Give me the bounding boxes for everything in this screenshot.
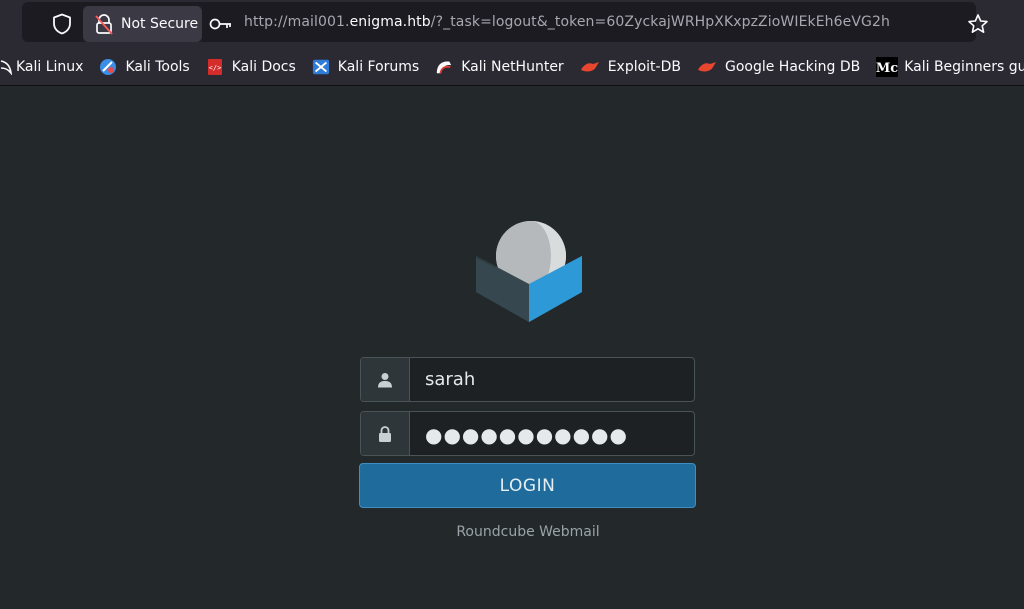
kali-forums-icon bbox=[312, 58, 330, 76]
bookmark-exploit-db[interactable]: Exploit-DB bbox=[576, 53, 685, 81]
kali-docs-icon: </> bbox=[206, 58, 224, 76]
ghdb-icon bbox=[697, 58, 717, 76]
lock-icon bbox=[361, 412, 410, 455]
bookmark-google-hacking-db[interactable]: Google Hacking DB bbox=[693, 53, 864, 81]
address-bar[interactable]: Not Secure http://mail001.enigma.htb/?_t… bbox=[22, 2, 988, 42]
toolbar-divider bbox=[0, 85, 1024, 86]
user-icon bbox=[361, 358, 410, 401]
roundcube-logo bbox=[476, 221, 582, 322]
not-secure-indicator[interactable]: Not Secure bbox=[83, 6, 202, 42]
product-name: Roundcube Webmail bbox=[456, 524, 600, 540]
medium-icon: Mc bbox=[876, 57, 899, 77]
username-input[interactable] bbox=[411, 358, 694, 401]
browser-toolbar: Not Secure http://mail001.enigma.htb/?_t… bbox=[0, 0, 1024, 86]
tracking-protection-shield-icon[interactable] bbox=[52, 13, 72, 35]
broken-lock-icon bbox=[95, 14, 113, 35]
bookmark-kali-linux[interactable]: Kali Linux bbox=[0, 53, 87, 81]
kali-dragon-icon bbox=[0, 58, 12, 76]
bookmark-kali-nethunter[interactable]: Kali NetHunter bbox=[431, 53, 567, 81]
nethunter-icon bbox=[435, 58, 453, 76]
bookmarks-toolbar: Kali Linux Kali Tools </> Kali Docs Kali… bbox=[0, 50, 1024, 84]
url-text[interactable]: http://mail001.enigma.htb/?_task=logout&… bbox=[244, 14, 890, 34]
bookmark-star-icon[interactable] bbox=[967, 13, 989, 35]
exploit-db-icon bbox=[580, 58, 600, 76]
key-icon[interactable] bbox=[209, 15, 233, 33]
not-secure-label: Not Secure bbox=[121, 16, 199, 32]
bookmark-kali-tools[interactable]: Kali Tools bbox=[95, 53, 193, 81]
password-field[interactable]: ●●●●●●●●●●● bbox=[360, 411, 695, 456]
password-input[interactable]: ●●●●●●●●●●● bbox=[425, 423, 628, 447]
svg-text:Mc: Mc bbox=[876, 61, 898, 76]
svg-text:</>: </> bbox=[208, 64, 221, 72]
bookmark-kali-beginners-guide[interactable]: Mc Kali Beginners guide:… bbox=[872, 53, 1024, 81]
username-field[interactable] bbox=[360, 357, 695, 402]
bookmark-kali-docs[interactable]: </> Kali Docs bbox=[202, 53, 300, 81]
bookmark-kali-forums[interactable]: Kali Forums bbox=[308, 53, 423, 81]
kali-tools-icon bbox=[99, 58, 117, 76]
login-button[interactable]: LOGIN bbox=[359, 463, 696, 508]
